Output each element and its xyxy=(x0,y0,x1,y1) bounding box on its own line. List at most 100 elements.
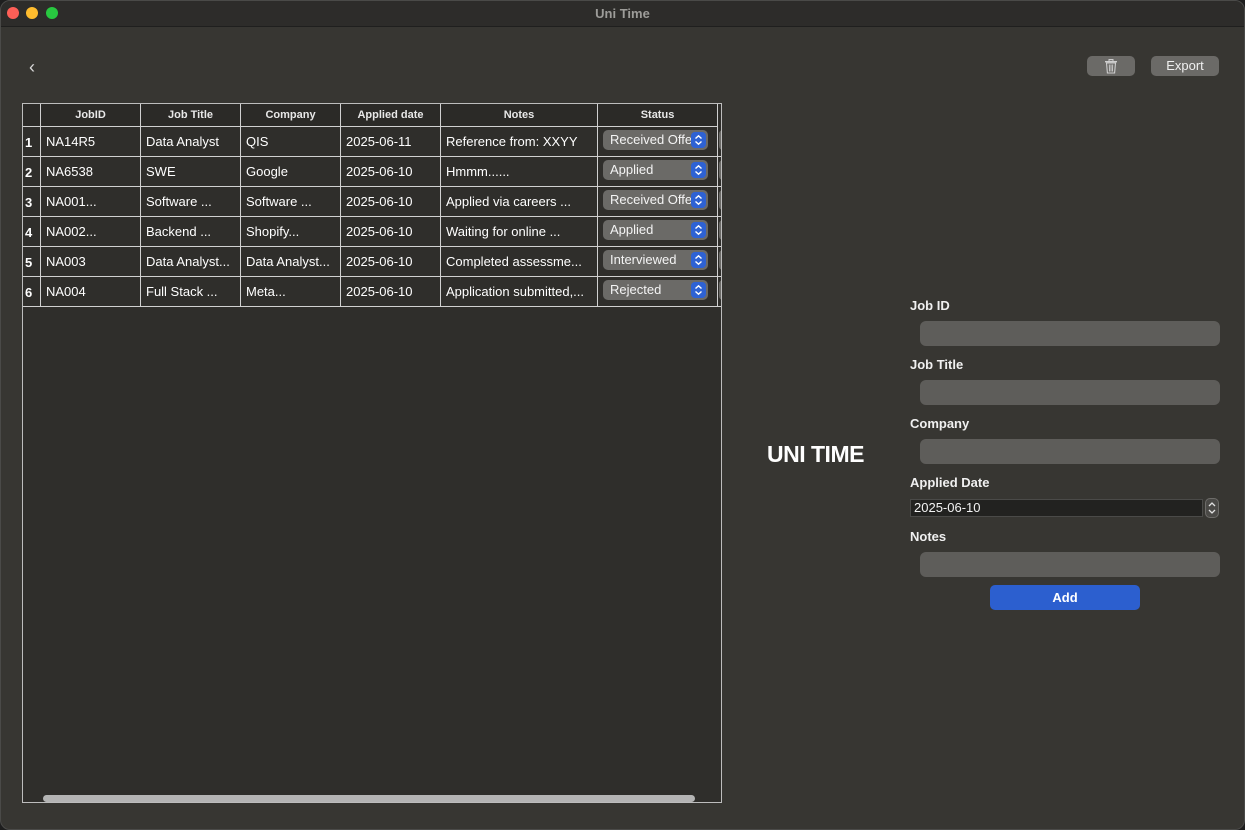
table-cell-notes[interactable]: Application submitted,... xyxy=(441,277,598,307)
row-number: 5 xyxy=(23,247,41,277)
table-cell-status: Interviewed xyxy=(598,247,718,277)
table-cell-overflow xyxy=(718,187,721,217)
export-button[interactable]: Export xyxy=(1151,56,1219,76)
table-cell-company[interactable]: Meta... xyxy=(241,277,341,307)
row-number: 1 xyxy=(23,127,41,157)
column-header-jobid[interactable]: JobID xyxy=(41,104,141,127)
table-cell-company[interactable]: QIS xyxy=(241,127,341,157)
table-cell-job-id[interactable]: NA004 xyxy=(41,277,141,307)
table-cell-title[interactable]: Backend ... xyxy=(141,217,241,247)
status-select-value: Rejected xyxy=(610,282,662,297)
table-cell-date[interactable]: 2025-06-10 xyxy=(341,157,441,187)
company-field[interactable] xyxy=(920,439,1220,464)
notes-label: Notes xyxy=(910,529,947,544)
table-cell-overflow xyxy=(718,217,721,247)
row-number: 3 xyxy=(23,187,41,217)
table-cell-overflow xyxy=(718,127,721,157)
overflow-control[interactable] xyxy=(719,280,721,300)
table-cell-company[interactable]: Software ... xyxy=(241,187,341,217)
date-stepper[interactable] xyxy=(1205,498,1219,518)
overflow-control[interactable] xyxy=(719,250,721,270)
job-id-label: Job ID xyxy=(910,298,950,313)
table-cell-job-id[interactable]: NA6538 xyxy=(41,157,141,187)
jobs-table[interactable]: JobID Job Title Company Applied date Not… xyxy=(22,103,722,803)
table-cell-notes[interactable]: Reference from: XXYY xyxy=(441,127,598,157)
horizontal-scrollbar[interactable] xyxy=(43,795,695,802)
app-window: Uni Time ‹ Export JobID Job Title Compan… xyxy=(0,0,1245,830)
status-select[interactable]: Applied xyxy=(603,220,708,240)
table-cell-status: Applied xyxy=(598,217,718,247)
delete-button[interactable] xyxy=(1087,56,1135,76)
table-cell-status: Received Offer xyxy=(598,187,718,217)
chevron-updown-icon xyxy=(691,282,706,298)
job-id-field[interactable] xyxy=(920,321,1220,346)
table-cell-title[interactable]: SWE xyxy=(141,157,241,187)
window-title: Uni Time xyxy=(595,6,650,21)
table-cell-title[interactable]: Full Stack ... xyxy=(141,277,241,307)
status-select-value: Received Offer xyxy=(610,192,697,207)
job-title-label: Job Title xyxy=(910,357,964,372)
table-cell-notes[interactable]: Applied via careers ... xyxy=(441,187,598,217)
chevron-updown-icon xyxy=(691,252,706,268)
status-select[interactable]: Rejected xyxy=(603,280,708,300)
table-cell-notes[interactable]: Waiting for online ... xyxy=(441,217,598,247)
table-cell-date[interactable]: 2025-06-10 xyxy=(341,217,441,247)
overflow-control[interactable] xyxy=(719,190,721,210)
company-label: Company xyxy=(910,416,970,431)
status-select-value: Applied xyxy=(610,222,654,237)
status-select[interactable]: Interviewed xyxy=(603,250,708,270)
chevron-updown-icon xyxy=(691,162,706,178)
overflow-control[interactable] xyxy=(719,130,721,150)
job-title-field[interactable] xyxy=(920,380,1220,405)
table-cell-job-id[interactable]: NA003 xyxy=(41,247,141,277)
chevron-updown-icon xyxy=(691,222,706,238)
table-cell-date[interactable]: 2025-06-10 xyxy=(341,277,441,307)
status-select[interactable]: Applied xyxy=(603,160,708,180)
row-number: 6 xyxy=(23,277,41,307)
add-button[interactable]: Add xyxy=(990,585,1140,610)
table-cell-job-id[interactable]: NA14R5 xyxy=(41,127,141,157)
applied-date-field[interactable]: 2025-06-10 xyxy=(910,499,1203,517)
row-number: 4 xyxy=(23,217,41,247)
table-cell-title[interactable]: Data Analyst... xyxy=(141,247,241,277)
row-number: 2 xyxy=(23,157,41,187)
table-cell-title[interactable]: Software ... xyxy=(141,187,241,217)
row-number-header xyxy=(23,104,41,127)
column-header-notes[interactable]: Notes xyxy=(441,104,598,127)
table-cell-company[interactable]: Data Analyst... xyxy=(241,247,341,277)
table-cell-company[interactable]: Google xyxy=(241,157,341,187)
overflow-control[interactable] xyxy=(719,220,721,240)
table-cell-job-id[interactable]: NA002... xyxy=(41,217,141,247)
chevron-left-icon: ‹ xyxy=(29,57,35,77)
table-cell-status: Applied xyxy=(598,157,718,187)
column-header-applied-date[interactable]: Applied date xyxy=(341,104,441,127)
table-cell-title[interactable]: Data Analyst xyxy=(141,127,241,157)
table-cell-status: Rejected xyxy=(598,277,718,307)
table-cell-company[interactable]: Shopify... xyxy=(241,217,341,247)
status-select[interactable]: Received Offer xyxy=(603,190,708,210)
stepper-arrows-icon xyxy=(1208,502,1216,514)
overflow-control[interactable] xyxy=(719,160,721,180)
table-cell-date[interactable]: 2025-06-11 xyxy=(341,127,441,157)
status-select[interactable]: Received Offer xyxy=(603,130,708,150)
column-header-job-title[interactable]: Job Title xyxy=(141,104,241,127)
status-select-value: Received Offer xyxy=(610,132,697,147)
back-button[interactable]: ‹ xyxy=(23,57,41,77)
applied-date-label: Applied Date xyxy=(910,475,990,490)
table-cell-overflow xyxy=(718,277,721,307)
table-cell-notes[interactable]: Hmmm...... xyxy=(441,157,598,187)
table-cell-date[interactable]: 2025-06-10 xyxy=(341,247,441,277)
trash-icon xyxy=(1105,58,1117,74)
table-cell-job-id[interactable]: NA001... xyxy=(41,187,141,217)
column-header-status[interactable]: Status xyxy=(598,104,718,127)
table-cell-date[interactable]: 2025-06-10 xyxy=(341,187,441,217)
status-select-value: Applied xyxy=(610,162,654,177)
status-select-value: Interviewed xyxy=(610,252,677,267)
chevron-updown-icon xyxy=(691,132,706,148)
table-cell-overflow xyxy=(718,157,721,187)
table-cell-overflow xyxy=(718,247,721,277)
column-header-company[interactable]: Company xyxy=(241,104,341,127)
table-cell-status: Received Offer xyxy=(598,127,718,157)
notes-field[interactable] xyxy=(920,552,1220,577)
table-cell-notes[interactable]: Completed assessme... xyxy=(441,247,598,277)
